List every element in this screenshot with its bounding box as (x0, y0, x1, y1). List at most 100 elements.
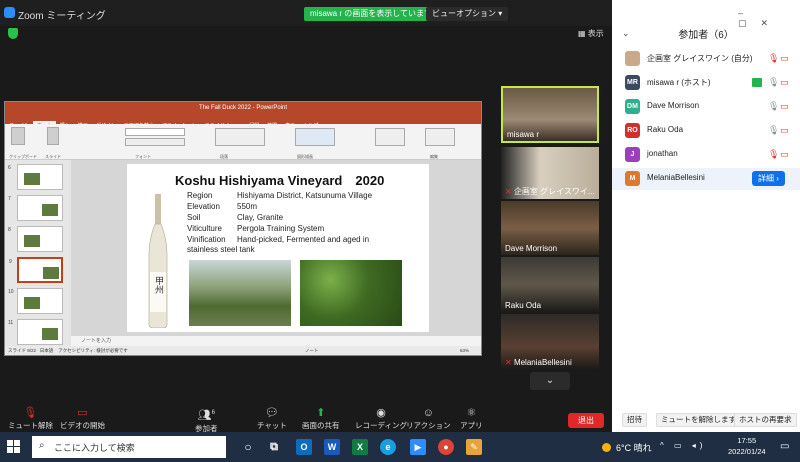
info-row: Soil Clay, Granite (187, 213, 283, 222)
windows-start-icon[interactable] (7, 440, 21, 454)
participants-title: 参加者（6） (678, 30, 734, 41)
participant-row[interactable]: DM Dave Morrison 🎙︎ ▭ (612, 96, 800, 118)
video-tile-name: Raku Oda (505, 301, 542, 310)
participant-name: 企画室 グレイスワイン (自分) (647, 54, 753, 63)
font-format-row[interactable] (125, 138, 185, 146)
participant-row[interactable]: RO Raku Oda 🎙︎ ▭ (612, 120, 800, 142)
notes-pane[interactable]: ノートを入力 (71, 336, 481, 346)
shared-powerpoint-window: The Fall Duck 2022 - PowerPoint ファイルホーム挿… (4, 101, 482, 356)
reactions-icon: ☺ (422, 407, 434, 419)
new-slide-icon[interactable] (47, 127, 59, 145)
chrome-icon[interactable]: ● (438, 439, 454, 455)
avatar: RO (625, 123, 640, 138)
taskbar-clock[interactable]: 17:55 2022/01/24 (728, 435, 766, 457)
mic-icon[interactable]: 🎙︎ (768, 77, 779, 88)
participants-footer: 招待 ミュートを解除します ホストの再要求 (612, 408, 800, 432)
task-view-icon[interactable]: ⧉ (266, 439, 282, 455)
view-options-button[interactable]: ビューオプション ▾ (426, 7, 509, 21)
ppt-title-bar: The Fall Duck 2022 - PowerPoint (5, 102, 481, 114)
video-tile-dave-morrison[interactable]: Dave Morrison (501, 201, 599, 255)
participant-row[interactable]: Jjonathan 🎙︎ ▭ (612, 144, 800, 166)
apps-label: アプリ (460, 421, 483, 430)
thumbnail-image (24, 235, 40, 247)
mic-icon[interactable]: 🎙︎ (768, 125, 779, 136)
mic-muted-icon[interactable]: 🎙︎ (768, 149, 779, 160)
request-unmute-button[interactable]: ホストの再要求 (734, 413, 797, 427)
avatar (625, 51, 640, 66)
slide-thumbnail[interactable]: 8 (8, 226, 63, 252)
participant-row[interactable]: MR misawa r (ホスト) 🎙︎ ▭ (612, 72, 800, 94)
font-name-box[interactable] (125, 128, 185, 136)
view-button-label: 表示 (587, 29, 604, 38)
slide-thumbnail[interactable]: 9 (9, 257, 63, 283)
system-tray[interactable]: ^ ▭ ◂) (660, 441, 706, 450)
slide-editing-area: Koshu Hishiyama Vineyard 2020 甲州 Region H… (71, 160, 481, 346)
slide-number: 7 (8, 196, 11, 202)
video-tile-name: Dave Morrison (505, 244, 558, 253)
arrange-icon[interactable] (375, 128, 405, 146)
apps-button[interactable]: ⚛ アプリ (460, 406, 483, 431)
view-button[interactable]: ▦ 表示 (578, 28, 604, 39)
chevron-down-icon[interactable]: ⌄ (530, 372, 570, 390)
slide-thumbnail[interactable]: 7 (8, 195, 63, 221)
unmute-all-button[interactable]: ミュートを解除します (656, 413, 741, 427)
zoom-app-icon[interactable]: ▶ (410, 439, 426, 455)
video-tile-melania[interactable]: ✕ MelaniaBellesini (501, 314, 599, 369)
slide-title: Koshu Hishiyama Vineyard 2020 (175, 173, 385, 188)
word-icon[interactable]: W (324, 439, 340, 455)
share-screen-icon: ⬆ (316, 407, 326, 419)
edge-icon[interactable]: e (380, 439, 396, 455)
paste-icon[interactable] (11, 127, 25, 145)
chat-button[interactable]: 💬︎ チャット (257, 406, 287, 431)
record-button[interactable]: ◉ レコーディング (355, 406, 407, 431)
info-value: Hishiyama District, Katsunuma Village (237, 191, 373, 200)
outlook-icon[interactable]: O (296, 439, 312, 455)
thumbnail-image (43, 267, 59, 279)
invite-button[interactable]: 招待 (622, 413, 647, 427)
security-shield-icon[interactable] (8, 28, 18, 39)
video-tile-name: ✕ 企画室 グレイスワイ... (505, 186, 595, 197)
ppt-ribbon-tabs: ファイルホーム挿入描画デザイン画面切り替えアニメーションスライド ショー記録校閲… (5, 114, 481, 131)
notification-icon[interactable]: ▭ (780, 441, 789, 452)
notes-toggle[interactable]: ノート (305, 346, 319, 355)
info-row: Elevation 550m (187, 202, 257, 211)
participant-name: Dave Morrison (647, 101, 700, 110)
reactions-button[interactable]: ☺ リアクション (406, 406, 451, 431)
participants-button[interactable]: 👥︎6 参加者 (195, 406, 218, 434)
thumbnail-image (24, 297, 40, 309)
mic-muted-icon: ✕ (505, 358, 514, 367)
share-screen-button[interactable]: ⬆ 画面の共有 (302, 406, 340, 431)
mic-muted-icon[interactable]: 🎙︎ (768, 53, 779, 64)
zoom-level[interactable]: 63% (460, 346, 469, 355)
slide-thumbnail[interactable]: 10 (8, 288, 63, 314)
excel-icon[interactable]: X (352, 439, 368, 455)
shapes-gallery[interactable] (295, 128, 335, 146)
ppt-status-bar: スライド 9/22 日本語 アクセシビリティ: 検討が必要です ノート 63% (5, 346, 481, 355)
mic-icon[interactable]: 🎙︎ (768, 101, 779, 112)
slide-thumbnail[interactable]: 6 (8, 164, 63, 190)
paint-icon[interactable]: ✎ (466, 439, 482, 455)
grape-pergola-photo (300, 260, 402, 326)
video-tile-misawa[interactable]: misawa r (501, 86, 599, 143)
unmute-button[interactable]: 🎙︎ ミュート解除 (8, 406, 53, 431)
accessibility-status[interactable]: アクセシビリティ: 検討が必要です (58, 348, 128, 353)
participant-row[interactable]: M MelaniaBellesini 詳細 › (612, 168, 800, 190)
leave-button[interactable]: 退出 (568, 413, 604, 428)
details-button[interactable]: 詳細 › (752, 171, 785, 186)
video-tile-grace-wine[interactable]: ✕ 企画室 グレイスワイ... (501, 147, 599, 199)
slide-thumbnail[interactable]: 11 (8, 319, 63, 345)
start-video-button[interactable]: ▭ ビデオの開始 (60, 406, 105, 431)
language-status: 日本語 (39, 348, 54, 353)
paragraph-controls[interactable] (215, 128, 265, 146)
weather-widget[interactable]: 6°C 晴れ (602, 441, 652, 454)
editing-controls[interactable] (425, 128, 455, 146)
participant-row[interactable]: 企画室 グレイスワイン (自分) 🎙︎ ▭ (612, 48, 800, 70)
wine-bottle-image (148, 194, 168, 328)
participant-name: misawa r (ホスト) (647, 78, 711, 87)
search-placeholder: ここに入力して検索 (54, 443, 135, 453)
taskbar-search[interactable]: ⌕ ここに入力して検索 (32, 436, 226, 458)
vinification-continued: stainless steel tank (187, 245, 255, 254)
video-tile-raku-oda[interactable]: Raku Oda (501, 257, 599, 312)
cortana-icon[interactable]: ○ (240, 439, 256, 455)
slide-counter: スライド 9/22 (8, 348, 37, 353)
